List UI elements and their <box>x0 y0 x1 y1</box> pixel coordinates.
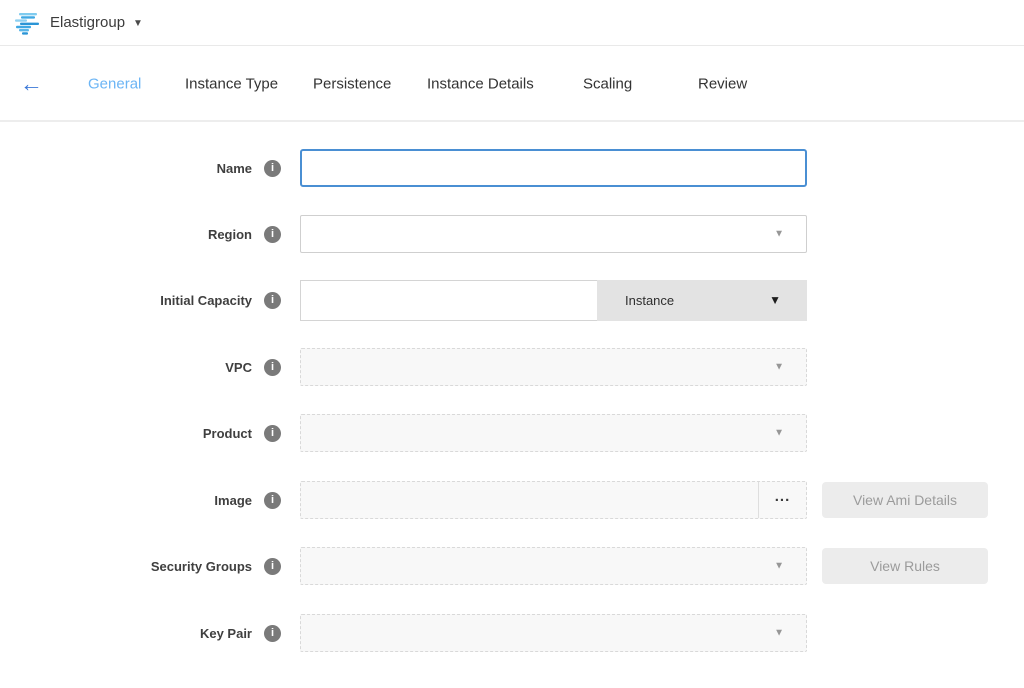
chevron-down-icon: ▼ <box>774 428 784 439</box>
chevron-down-icon: ▼ <box>774 229 784 240</box>
product-select[interactable]: ▼ <box>300 414 807 452</box>
chevron-down-icon: ▼ <box>774 362 784 373</box>
capacity-unit-select[interactable]: Instance ▼ <box>597 280 807 321</box>
image-picker-value <box>301 482 758 518</box>
tab-general[interactable]: General <box>88 75 141 92</box>
key-pair-select[interactable]: ▼ <box>300 614 807 652</box>
name-label: Name <box>0 161 252 176</box>
key-pair-label: Key Pair <box>0 626 252 641</box>
vpc-label: VPC <box>0 360 252 375</box>
initial-capacity-label: Initial Capacity <box>0 293 252 308</box>
elastigroup-logo-icon <box>14 11 40 35</box>
info-icon[interactable]: i <box>264 160 281 177</box>
back-arrow-icon[interactable]: ← <box>20 72 43 95</box>
chevron-down-icon: ▼ <box>774 561 784 572</box>
form-row-vpc: VPC i ▼ <box>0 348 1024 386</box>
image-label: Image <box>0 493 252 508</box>
form-row-region: Region i ▼ <box>0 215 1024 253</box>
tab-persistence[interactable]: Persistence <box>313 75 391 92</box>
info-icon[interactable]: i <box>264 558 281 575</box>
wizard-tabbar: ← General Instance Type Persistence Inst… <box>0 47 1024 122</box>
security-groups-select[interactable]: ▼ <box>300 547 807 585</box>
chevron-down-icon: ▼ <box>133 18 143 29</box>
info-icon[interactable]: i <box>264 425 281 442</box>
view-rules-button[interactable]: View Rules <box>822 548 988 584</box>
info-icon[interactable]: i <box>264 492 281 509</box>
region-label: Region <box>0 227 252 242</box>
security-groups-label: Security Groups <box>0 559 252 574</box>
form-row-name: Name i <box>0 149 1024 187</box>
capacity-unit-value: Instance <box>625 293 674 308</box>
chevron-down-icon: ▼ <box>774 628 784 639</box>
info-icon[interactable]: i <box>264 226 281 243</box>
form-row-key-pair: Key Pair i ▼ <box>0 614 1024 652</box>
app-switcher-dropdown[interactable]: Elastigroup ▼ <box>50 14 143 31</box>
app-header: Elastigroup ▼ <box>0 0 1024 46</box>
tab-review[interactable]: Review <box>698 75 747 92</box>
info-icon[interactable]: i <box>264 625 281 642</box>
tab-instance-type[interactable]: Instance Type <box>185 75 278 92</box>
browse-ellipsis-icon[interactable]: ... <box>758 482 806 518</box>
chevron-down-icon: ▼ <box>769 293 781 307</box>
form-row-product: Product i ▼ <box>0 414 1024 452</box>
tab-instance-details[interactable]: Instance Details <box>427 75 534 92</box>
vpc-select[interactable]: ▼ <box>300 348 807 386</box>
initial-capacity-input[interactable] <box>300 280 597 321</box>
region-select[interactable]: ▼ <box>300 215 807 253</box>
tab-scaling[interactable]: Scaling <box>583 75 632 92</box>
info-icon[interactable]: i <box>264 292 281 309</box>
form-row-initial-capacity: Initial Capacity i Instance ▼ <box>0 281 1024 319</box>
image-picker[interactable]: ... <box>300 481 807 519</box>
name-input[interactable] <box>300 149 807 187</box>
info-icon[interactable]: i <box>264 359 281 376</box>
app-name: Elastigroup <box>50 14 125 31</box>
view-ami-details-button[interactable]: View Ami Details <box>822 482 988 518</box>
product-label: Product <box>0 426 252 441</box>
